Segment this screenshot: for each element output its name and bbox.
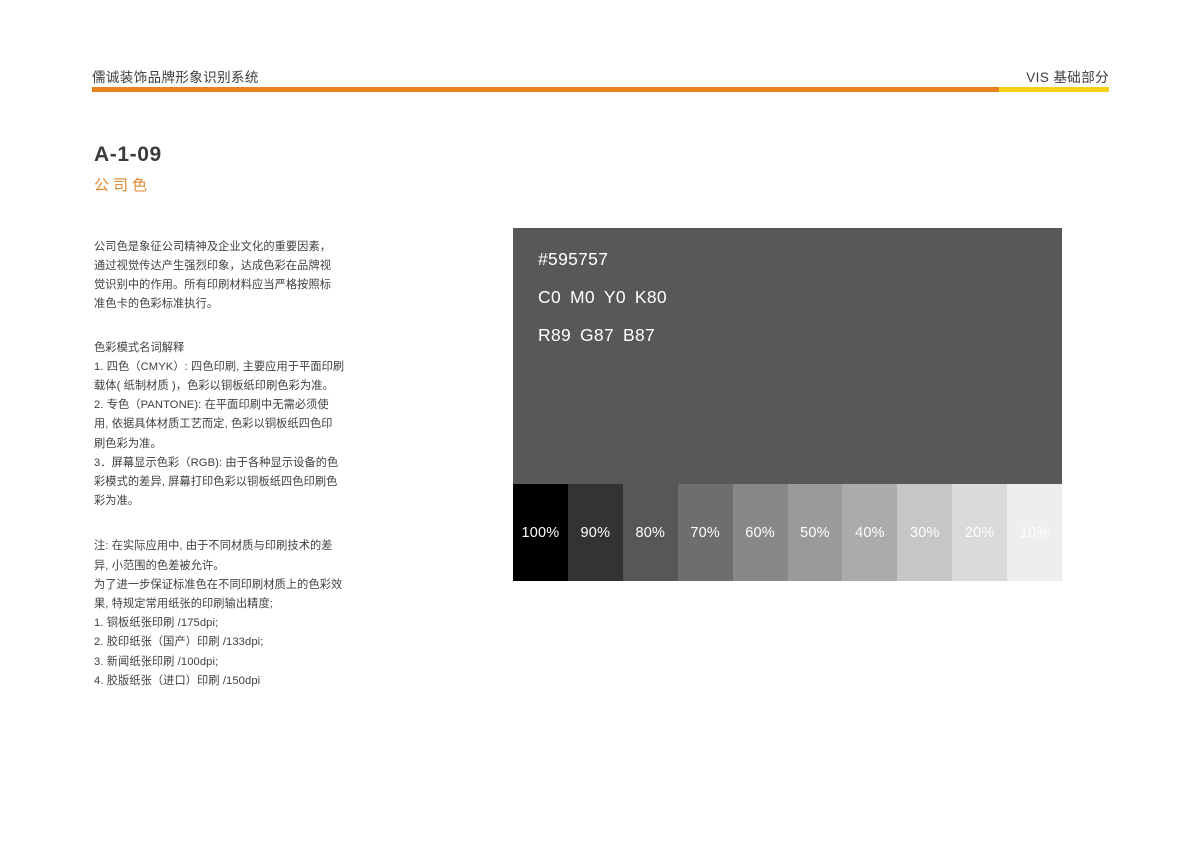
intro-line: 通过视觉传达产生强烈印象，达成色彩在品牌视 bbox=[94, 259, 332, 272]
intro-paragraph: 公司色是象征公司精神及企业文化的重要因素， 通过视觉传达产生强烈印象，达成色彩在… bbox=[94, 238, 356, 315]
page-code: A-1-09 bbox=[94, 143, 162, 166]
intro-line: 准色卡的色彩标准执行。 bbox=[94, 298, 219, 311]
glossary-line: 彩模式的差异, 屏幕打印色彩以铜板纸四色印刷色 bbox=[94, 475, 338, 488]
tolerance-note: 注: 在实际应用中, 由于不同材质与印刷技术的差 异, 小范围的色差被允许。 为… bbox=[94, 537, 356, 614]
tint-label: 70% bbox=[690, 524, 720, 541]
page-header: 儒诚装饰品牌形象识别系统 VIS 基础部分 bbox=[92, 66, 1109, 98]
tint-swatch: 40% bbox=[842, 484, 898, 581]
intro-line: 公司色是象征公司精神及企业文化的重要因素， bbox=[94, 240, 332, 253]
header-rule-orange-segment bbox=[92, 87, 1000, 92]
corporate-color-panel: #595757 C0 M0 Y0 K80 R89 G87 B87 100% 90% 80%… bbox=[513, 228, 1063, 581]
tint-swatch: 90% bbox=[567, 484, 623, 581]
tint-swatch: 10% bbox=[1007, 484, 1063, 581]
glossary-line: 2. 专色（PANTONE): 在平面印刷中无需必须使 bbox=[94, 399, 329, 412]
tint-label: 90% bbox=[580, 524, 611, 541]
dpi-line: 1. 铜板纸张印刷 /175dpi; bbox=[94, 617, 219, 630]
primary-color-swatch: #595757 C0 M0 Y0 K80 R89 G87 B87 bbox=[513, 228, 1062, 484]
tint-scale-strip: 100% 90% 80% 70% 60% 50% 40% 30% 20% 10% bbox=[513, 484, 1063, 581]
tint-swatch: 50% bbox=[787, 484, 843, 581]
tint-label: 100% bbox=[521, 524, 560, 541]
brand-system-title: 儒诚装饰品牌形象识别系统 bbox=[92, 70, 259, 85]
note-line: 为了进一步保证标准色在不同印刷材质上的色彩效 bbox=[94, 578, 343, 591]
cmyk-value: C0 M0 Y0 K80 bbox=[538, 287, 667, 308]
tint-label: 50% bbox=[800, 524, 830, 541]
note-line: 果, 特规定常用纸张的印刷输出精度; bbox=[94, 597, 273, 610]
hex-value: #595757 bbox=[538, 249, 609, 269]
glossary-line: 3．屏幕显示色彩（RGB): 由于各种显示设备的色 bbox=[94, 456, 339, 469]
page-title: 公司色 bbox=[94, 177, 152, 195]
glossary-line: 彩为准。 bbox=[94, 495, 140, 508]
tint-label: 30% bbox=[909, 524, 940, 541]
tint-label: 20% bbox=[964, 524, 995, 541]
rgb-value: R89 G87 B87 bbox=[538, 325, 667, 346]
tint-label: 40% bbox=[855, 524, 885, 541]
tint-swatch: 30% bbox=[897, 484, 953, 581]
tint-swatch: 80% bbox=[622, 484, 678, 581]
glossary-line: 载体( 纸制材质 )，色彩以铜板纸印刷色彩为准。 bbox=[94, 379, 334, 392]
tint-label: 60% bbox=[745, 524, 775, 541]
dpi-specification-list: 1. 铜板纸张印刷 /175dpi; 2. 胶印纸张（国产）印刷 /133dpi… bbox=[94, 614, 356, 691]
tint-swatch: 100% bbox=[513, 484, 568, 581]
dpi-line: 2. 胶印纸张（国产）印刷 /133dpi; bbox=[94, 636, 264, 649]
rgb-red: R89 bbox=[538, 325, 572, 345]
intro-line: 觉识别中的作用。所有印刷材料应当严格按照标 bbox=[94, 279, 332, 292]
cmyk-yellow: Y0 bbox=[603, 287, 626, 307]
glossary-line: 刷色彩为准。 bbox=[94, 437, 162, 450]
color-mode-glossary: 色彩模式名词解释 1. 四色（CMYK）: 四色印刷, 主要应用于平面印刷 载体… bbox=[94, 339, 356, 512]
note-line: 异, 小范围的色差被允许。 bbox=[94, 559, 225, 572]
left-text-column: A-1-09 公司色 公司色是象征公司精神及企业文化的重要因素， 通过视觉传达产… bbox=[94, 142, 356, 691]
dpi-line: 4. 胶版纸张（进口）印刷 /150dpi bbox=[94, 674, 261, 687]
section-label: VIS 基础部分 bbox=[1026, 70, 1109, 85]
rgb-blue: B87 bbox=[623, 325, 656, 345]
color-specification-list: #595757 C0 M0 Y0 K80 R89 G87 B87 bbox=[538, 249, 667, 346]
cmyk-key: K80 bbox=[634, 287, 667, 307]
tint-swatch: 20% bbox=[952, 484, 1008, 581]
note-line: 注: 在实际应用中, 由于不同材质与印刷技术的差 bbox=[94, 540, 333, 553]
glossary-line: 色彩模式名词解释 bbox=[94, 341, 185, 354]
header-divider-rule bbox=[92, 87, 1109, 92]
vis-manual-page: 儒诚装饰品牌形象识别系统 VIS 基础部分 A-1-09 公司色 公司色是象征公… bbox=[0, 0, 1200, 855]
tint-swatch: 60% bbox=[732, 484, 788, 581]
tint-label: 10% bbox=[1019, 524, 1050, 541]
cmyk-cyan: C0 bbox=[538, 287, 561, 307]
header-rule-yellow-segment bbox=[999, 87, 1109, 92]
glossary-line: 1. 四色（CMYK）: 四色印刷, 主要应用于平面印刷 bbox=[94, 360, 345, 373]
cmyk-magenta: M0 bbox=[569, 287, 595, 307]
tint-swatch: 70% bbox=[677, 484, 733, 581]
glossary-line: 用, 依据具体材质工艺而定, 色彩以铜板纸四色印 bbox=[94, 418, 333, 431]
dpi-line: 3. 新闻纸张印刷 /100dpi; bbox=[94, 655, 219, 668]
tint-label: 80% bbox=[635, 524, 666, 541]
rgb-green: G87 bbox=[580, 325, 614, 345]
